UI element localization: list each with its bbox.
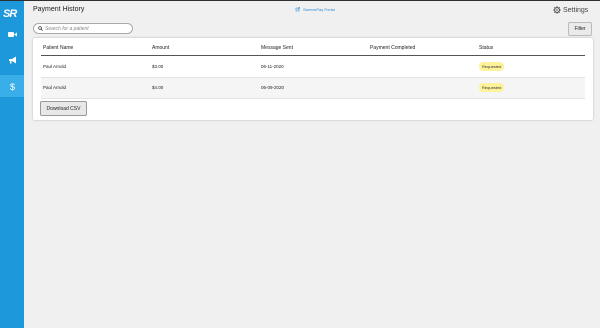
download-csv-button[interactable]: Download CSV [40,101,87,116]
sidebar-item-video[interactable] [0,23,24,45]
column-header-message-sent[interactable]: Message Sent [261,45,293,51]
window-top-border [0,0,600,1]
sidebar-item-payments[interactable]: $ [0,75,24,97]
video-camera-icon [7,31,17,37]
cell-patient-name: Paul Arnold [43,64,67,69]
column-header-amount[interactable]: Amount [152,45,169,51]
cell-patient-name: Paul Arnold [43,85,67,90]
search-box [33,23,133,34]
gear-icon [553,6,561,14]
app-logo: SR [3,8,17,20]
svg-text:$: $ [9,82,14,91]
sidebar-item-announcements[interactable] [0,49,24,71]
portal-link-label: SwervePay Portal [303,7,335,12]
cell-message-sent: 06-09-2020 [261,85,285,90]
dollar-icon: $ [9,82,14,91]
column-header-payment-completed[interactable]: Payment Completed [370,45,415,51]
filter-button[interactable]: Filter [568,22,592,36]
settings-label: Settings [563,6,589,14]
cell-amount: $4.00 [152,85,164,90]
settings-button[interactable]: Settings [553,6,588,14]
external-link-icon [295,7,300,12]
column-header-status[interactable]: Status [479,45,493,51]
table-row[interactable]: Paul Arnold $4.00 06-09-2020 Requested [41,78,585,98]
cell-amount: $3.00 [152,64,164,69]
column-header-patient-name[interactable]: Patient Name [43,45,73,51]
page-title: Payment History [33,6,85,13]
table-row[interactable]: Paul Arnold $3.00 06-11-2020 Requested [41,57,585,77]
megaphone-icon [8,56,16,64]
search-icon [38,26,43,31]
status-badge: Requested [479,83,505,92]
table-header-divider [41,55,585,56]
cell-message-sent: 06-11-2020 [261,64,284,69]
search-input[interactable] [45,24,131,33]
status-badge: Requested [479,62,505,71]
payment-history-card: Patient Name Amount Message Sent Payment… [33,38,593,120]
swervepay-portal-link[interactable]: SwervePay Portal [295,7,335,12]
row-divider [41,98,585,99]
sidebar: SR $ [0,1,24,328]
